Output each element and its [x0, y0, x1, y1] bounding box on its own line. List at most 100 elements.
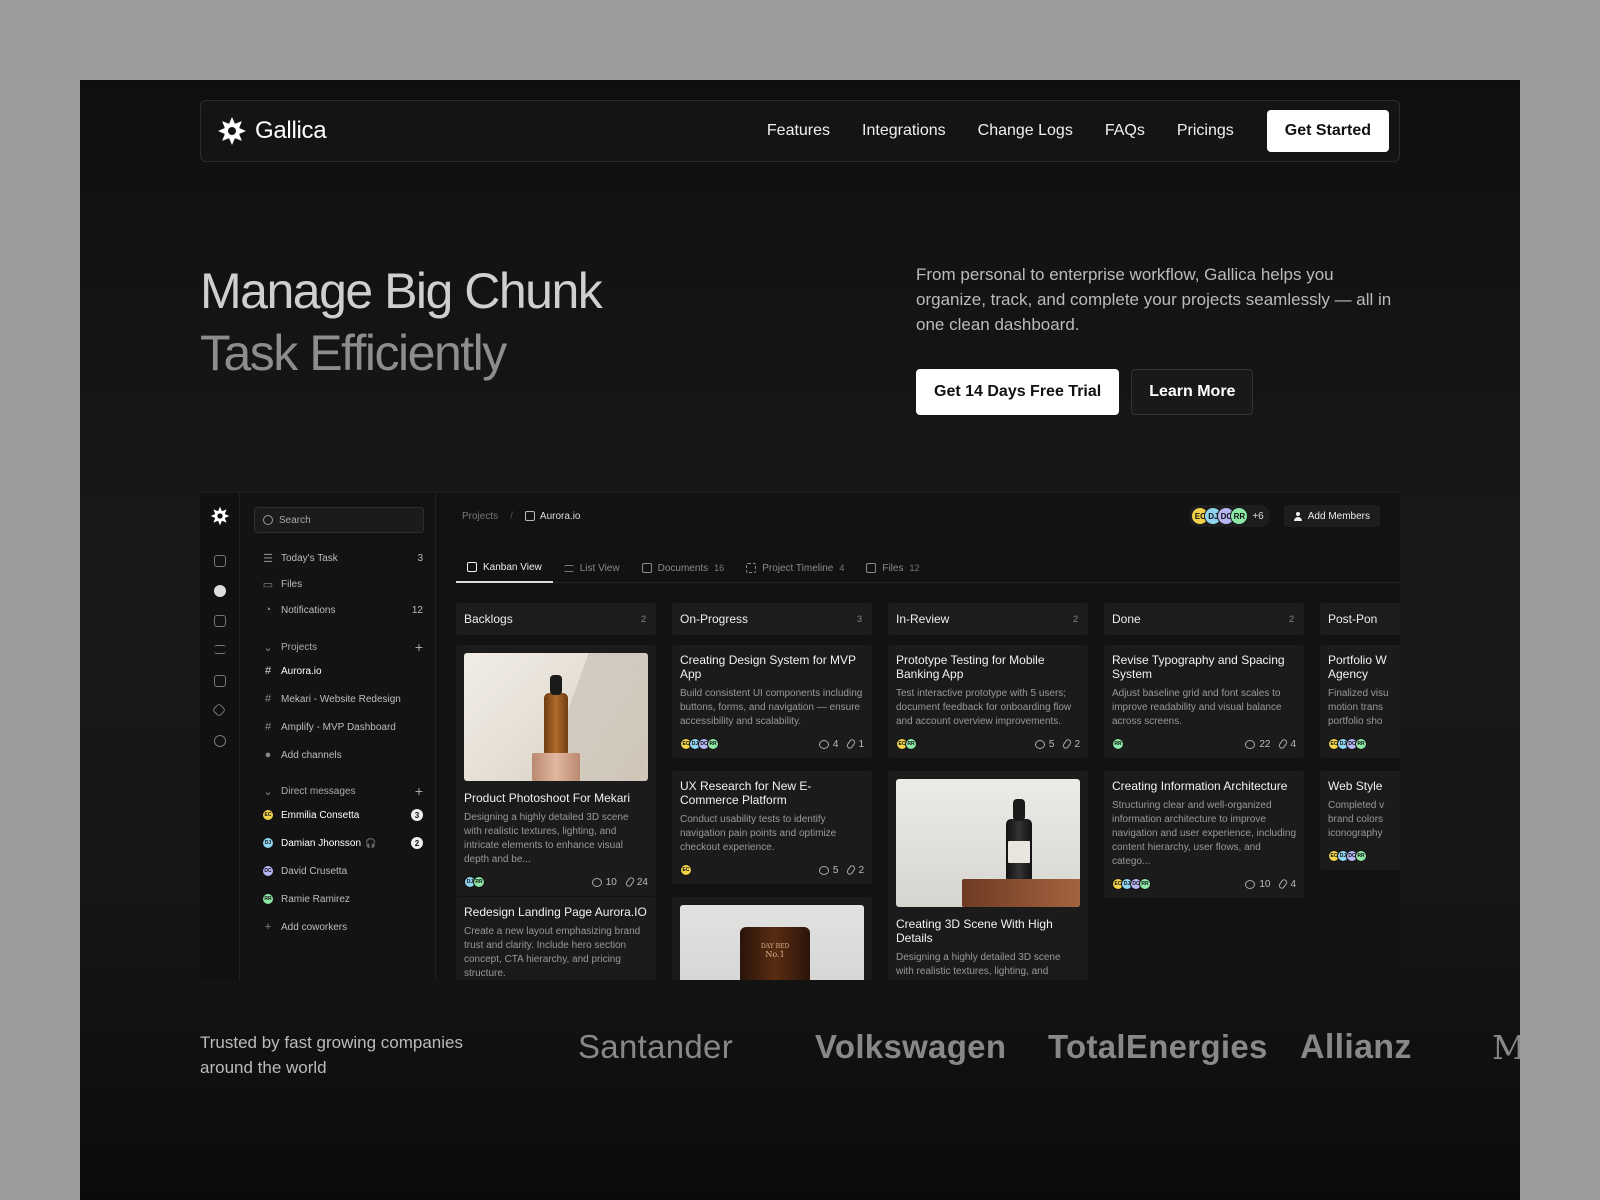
projects-section-header[interactable]: ⌄ Projects +	[262, 636, 423, 658]
hash-icon: #	[264, 693, 272, 705]
document-icon[interactable]	[214, 675, 226, 687]
avatar: RR	[1355, 738, 1367, 750]
tab-files[interactable]: Files 12	[855, 553, 930, 583]
nav-link-features[interactable]: Features	[767, 122, 830, 140]
plus-icon: +	[264, 921, 272, 933]
task-card-candle-photo[interactable]: DAY BED No.1	[672, 897, 872, 980]
task-card-design-system[interactable]: Creating Design System for MVP App Build…	[672, 645, 872, 758]
add-project-icon[interactable]: +	[415, 639, 423, 655]
column-header[interactable]: Done 2	[1104, 603, 1304, 635]
task-card-ux-research[interactable]: UX Research for New E-Commerce Platform …	[672, 771, 872, 884]
projects-icon[interactable]	[214, 585, 226, 597]
comment-icon	[1245, 739, 1256, 749]
calendar-icon[interactable]	[214, 615, 226, 627]
card-description: Completed v brand colors iconography	[1328, 800, 1385, 839]
free-trial-button[interactable]: Get 14 Days Free Trial	[916, 369, 1120, 415]
task-card-3d-scene[interactable]: Creating 3D Scene With High Details Desi…	[888, 771, 1088, 980]
puzzle-icon[interactable]	[214, 735, 226, 747]
card-description: Designing a highly detailed 3D scene wit…	[464, 812, 629, 865]
comments-count: 10	[591, 877, 617, 888]
sidebar-item-files[interactable]: ▭ Files	[262, 573, 423, 595]
breadcrumb-root[interactable]: Projects	[462, 511, 498, 522]
add-channels-button[interactable]: ● Add channels	[262, 744, 423, 766]
card-description: Adjust baseline grid and font scales to …	[1112, 688, 1282, 727]
dm-emmilia[interactable]: EC Emmilia Consetta 3	[262, 804, 423, 826]
task-card-information-architecture[interactable]: Creating Information Architecture Struct…	[1104, 771, 1304, 898]
avatar: RR	[1230, 507, 1249, 525]
paperclip-icon	[846, 864, 857, 876]
sidebar-project-aurora[interactable]: # Aurora.io	[262, 660, 423, 682]
hero-description: From personal to enterprise workflow, Ga…	[916, 265, 1392, 334]
task-card-prototype-testing[interactable]: Prototype Testing for Mobile Banking App…	[888, 645, 1088, 758]
avatar: RR	[262, 893, 274, 905]
add-members-button[interactable]: Add Members	[1283, 505, 1380, 527]
brand-logo[interactable]: Gallica	[217, 116, 327, 146]
nav-link-change-logs[interactable]: Change Logs	[978, 122, 1073, 140]
user-icon	[1293, 511, 1302, 521]
task-card-redesign-landing[interactable]: Redesign Landing Page Aurora.IO Create a…	[456, 897, 656, 980]
attachments-count: 4	[1278, 878, 1296, 890]
tab-list-view[interactable]: List View	[553, 553, 631, 583]
dm-damian[interactable]: DJ Damian Jhonsson 🎧 2	[262, 832, 423, 854]
learn-more-button[interactable]: Learn More	[1131, 369, 1254, 415]
tab-project-timeline[interactable]: Project Timeline 4	[735, 553, 855, 583]
sidebar-project-mekari[interactable]: # Mekari - Website Redesign	[262, 688, 423, 710]
list-icon[interactable]	[214, 645, 226, 654]
column-header[interactable]: Backlogs 2	[456, 603, 656, 635]
nav-link-pricings[interactable]: Pricings	[1177, 122, 1234, 140]
member-avatars[interactable]: EC DJ DC RR +6	[1189, 505, 1270, 527]
dashboard-preview: ☰ Today's Task 3 ▭ Files ◔ Notifications…	[200, 492, 1400, 980]
dm-section-header[interactable]: ⌄ Direct messages +	[262, 780, 423, 802]
card-title: Creating Information Architecture	[1112, 779, 1288, 793]
search-box[interactable]	[254, 507, 424, 533]
logo-santander: Santander	[578, 1028, 733, 1065]
avatar: RR	[473, 876, 485, 888]
task-card-portfolio[interactable]: Portfolio W Agency Finalized visu motion…	[1320, 645, 1400, 758]
breadcrumb-current[interactable]: Aurora.io	[524, 511, 580, 522]
add-coworkers-button[interactable]: + Add coworkers	[262, 916, 423, 938]
dm-ramie[interactable]: RR Ramie Ramirez	[262, 888, 423, 910]
tab-documents[interactable]: Documents 16	[631, 553, 736, 583]
folder-icon	[866, 563, 877, 573]
comment-icon	[591, 877, 602, 887]
card-title: Creating Design System for MVP App	[680, 653, 856, 681]
column-header[interactable]: In-Review 2	[888, 603, 1088, 635]
avatar: RR	[707, 738, 719, 750]
card-title: Revise Typography and Spacing System	[1112, 653, 1285, 681]
list-icon	[563, 564, 574, 572]
chevron-down-icon: ⌄	[263, 785, 273, 798]
sidebar-item-todays-task[interactable]: ☰ Today's Task 3	[262, 547, 423, 569]
view-tabs: Kanban View List View Documents 16 Proje…	[456, 553, 1400, 583]
nav-link-integrations[interactable]: Integrations	[862, 122, 946, 140]
tab-kanban-view[interactable]: Kanban View	[456, 553, 553, 583]
task-card-typography[interactable]: Revise Typography and Spacing System Adj…	[1104, 645, 1304, 758]
search-input[interactable]	[279, 514, 419, 526]
dm-david[interactable]: DC David Crusetta	[262, 860, 423, 882]
chevron-down-icon: ⌄	[263, 641, 273, 654]
nav-link-faqs[interactable]: FAQs	[1105, 122, 1145, 140]
comments-count: 5	[1034, 739, 1054, 750]
column-header[interactable]: On-Progress 3	[672, 603, 872, 635]
add-dm-icon[interactable]: +	[415, 783, 423, 799]
home-icon[interactable]	[214, 555, 226, 567]
hero-title-line2: Task Efficiently	[200, 325, 507, 381]
card-title: Prototype Testing for Mobile Banking App	[896, 653, 1045, 681]
more-members-count: +6	[1252, 510, 1264, 522]
list-icon: ☰	[263, 552, 273, 565]
column-header[interactable]: Post-Pon	[1320, 603, 1400, 635]
card-title: UX Research for New E-Commerce Platform	[680, 779, 812, 807]
comment-icon	[1245, 879, 1256, 889]
sidebar-project-amplify[interactable]: # Amplify - MVP Dashboard	[262, 716, 423, 738]
task-card-product-photoshoot[interactable]: Product Photoshoot For Mekari Designing …	[456, 645, 656, 896]
card-description: Create a new layout emphasizing brand tr…	[464, 926, 641, 979]
attachments-count: 24	[624, 876, 648, 888]
card-description: Structuring clear and well-organized inf…	[1112, 800, 1297, 867]
layers-icon[interactable]	[211, 702, 227, 718]
app-logo-icon[interactable]	[210, 506, 230, 526]
sidebar-item-notifications[interactable]: ◔ Notifications 12	[262, 599, 423, 621]
kanban-column-done: Done 2 Revise Typography and Spacing Sys…	[1104, 603, 1304, 898]
attachments-count: 4	[1278, 738, 1296, 750]
task-card-web-style[interactable]: Web Style Completed v brand colors icono…	[1320, 771, 1400, 870]
notifications-count: 12	[411, 604, 423, 616]
get-started-button[interactable]: Get Started	[1266, 110, 1389, 152]
